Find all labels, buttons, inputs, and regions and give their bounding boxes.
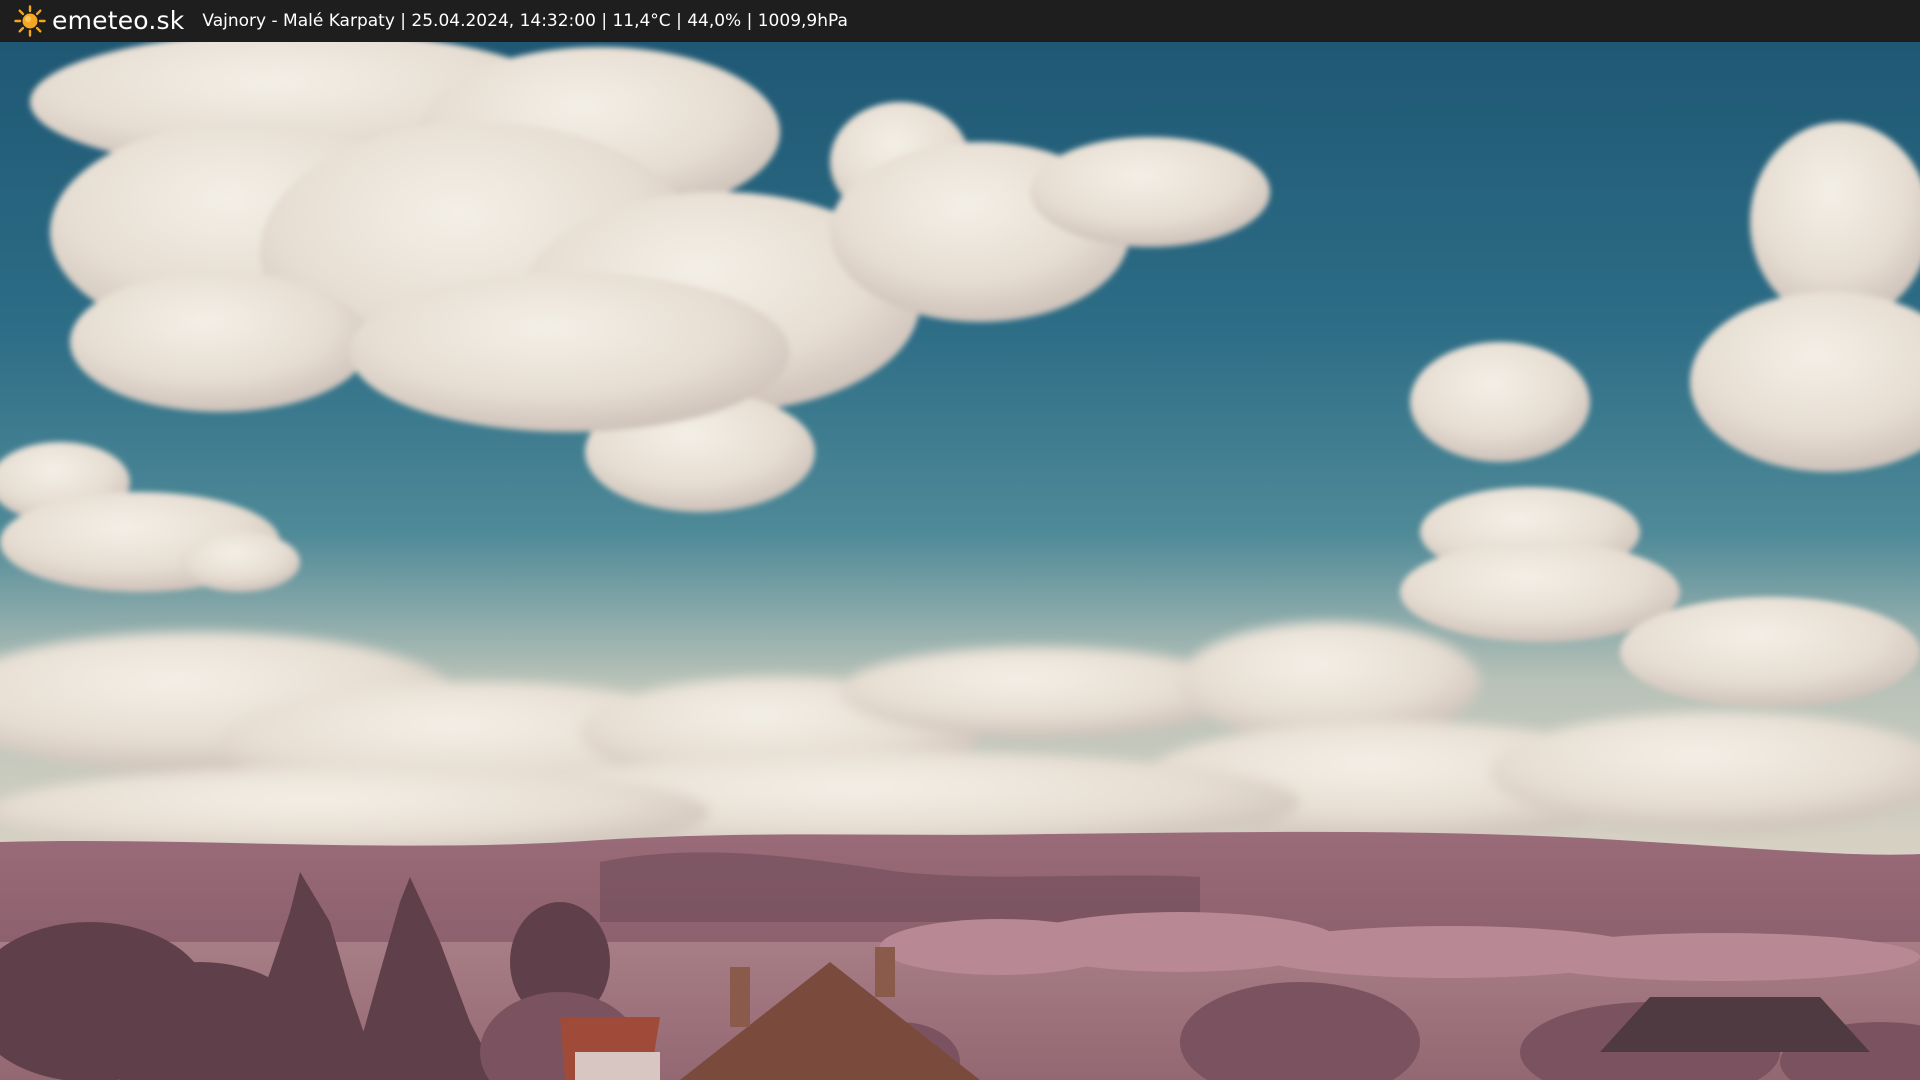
header-bar: emeteo.sk Vajnory - Malé Karpaty | 25.04… (0, 0, 1920, 42)
webcam-image (0, 42, 1920, 1080)
sun-icon (14, 5, 46, 37)
house-left (560, 1017, 660, 1080)
webcam-frame: emeteo.sk Vajnory - Malé Karpaty | 25.04… (0, 0, 1920, 1080)
weather-status-line: Vajnory - Malé Karpaty | 25.04.2024, 14:… (202, 11, 848, 31)
site-brand[interactable]: emeteo.sk (52, 0, 184, 42)
